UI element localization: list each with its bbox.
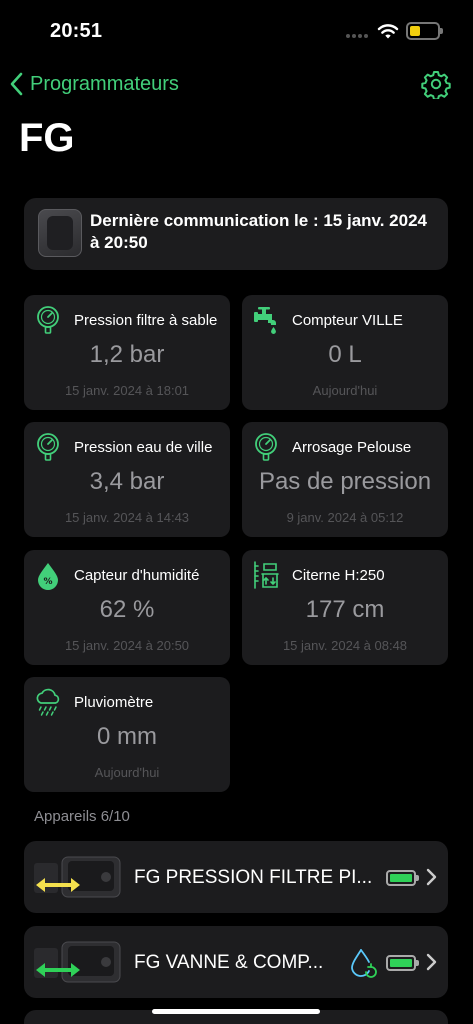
sensor-name: Citerne H:250: [292, 567, 385, 584]
chevron-left-icon: [10, 72, 23, 96]
chevron-right-icon: [426, 953, 437, 971]
sensor-value: 3,4 bar: [89, 468, 165, 495]
sensor-name: Pression eau de ville: [74, 439, 213, 456]
back-button-label: Programmateurs: [30, 72, 179, 95]
battery-full-icon: [386, 955, 419, 971]
sensor-name: Pluviomètre: [74, 694, 154, 711]
sensor-value: 177 cm: [305, 596, 385, 623]
sensor-name: Pression filtre à sable: [74, 312, 218, 329]
sensor-value: 1,2 bar: [89, 341, 165, 368]
water-tap-icon: [254, 307, 276, 334]
sensor-date: 15 janv. 2024 à 14:43: [64, 510, 190, 525]
tank-level-icon: [254, 561, 279, 589]
sensor-tile-pression-eau-ville[interactable]: Pression eau de ville 3,4 bar 15 janv. 2…: [24, 422, 230, 537]
sensor-date: Aujourd'hui: [94, 765, 160, 780]
pressure-gauge-icon: [37, 306, 59, 334]
device-name: FG PRESSION FILTRE PI...: [134, 867, 373, 888]
devices-section-label: Appareils 6/10: [34, 808, 130, 825]
controller-image: [38, 209, 82, 257]
sensor-tile-citerne[interactable]: Citerne H:250 177 cm 15 janv. 2024 à 08:…: [242, 550, 448, 665]
last-communication-card: Dernière communication le : 15 janv. 202…: [24, 198, 448, 270]
sensor-tile-arrosage-pelouse[interactable]: Arrosage Pelouse Pas de pression 9 janv.…: [242, 422, 448, 537]
pressure-gauge-icon: [255, 433, 277, 461]
wifi-icon: [377, 24, 399, 39]
device-image: [34, 856, 121, 898]
battery-icon: [406, 22, 443, 40]
sensor-tile-capteur-humidite[interactable]: % Capteur d'humidité 62 % 15 janv. 2024 …: [24, 550, 230, 665]
sensor-value: 0 mm: [97, 723, 157, 750]
sensor-date: 15 janv. 2024 à 18:01: [64, 383, 190, 398]
sensor-date: 15 janv. 2024 à 20:50: [64, 638, 190, 653]
sensor-name: Compteur VILLE: [292, 312, 403, 329]
sensor-name: Capteur d'humidité: [74, 567, 200, 584]
sensor-date: Aujourd'hui: [312, 383, 378, 398]
sensor-date: 9 janv. 2024 à 05:12: [286, 510, 404, 525]
cellular-signal-icon: [346, 33, 370, 39]
sensor-tile-compteur-ville[interactable]: Compteur VILLE 0 L Aujourd'hui: [242, 295, 448, 410]
humidity-drop-icon: %: [38, 563, 58, 590]
device-row[interactable]: FG VANNE & COMP...: [24, 926, 448, 998]
last-communication-text: Dernière communication le : 15 janv. 202…: [90, 211, 427, 252]
sensor-tile-pression-filtre[interactable]: Pression filtre à sable 1,2 bar 15 janv.…: [24, 295, 230, 410]
svg-text:%: %: [43, 577, 52, 587]
sensor-value: Pas de pression: [258, 468, 432, 495]
chevron-right-icon: [426, 868, 437, 886]
home-indicator: [152, 1009, 320, 1014]
sensor-value: 0 L: [328, 341, 362, 368]
battery-full-icon: [386, 870, 419, 886]
status-bar: 20:51: [0, 0, 473, 60]
device-row[interactable]: FG PRESSION FILTRE PI...: [24, 841, 448, 913]
rain-cloud-icon: [36, 688, 60, 716]
device-name: FG VANNE & COMP...: [134, 952, 324, 973]
sensor-tile-pluviometre[interactable]: Pluviomètre 0 mm Aujourd'hui: [24, 677, 230, 792]
sensor-date: 15 janv. 2024 à 08:48: [282, 638, 408, 653]
back-button[interactable]: Programmateurs: [10, 68, 179, 100]
pressure-gauge-icon: [37, 433, 59, 461]
water-drop-icon: [351, 949, 377, 978]
sensor-name: Arrosage Pelouse: [292, 439, 412, 456]
sensor-value: 62 %: [99, 596, 155, 623]
device-image: [34, 941, 121, 983]
page-title: FG: [19, 116, 75, 160]
gear-icon[interactable]: [421, 69, 451, 99]
status-time: 20:51: [50, 20, 103, 42]
